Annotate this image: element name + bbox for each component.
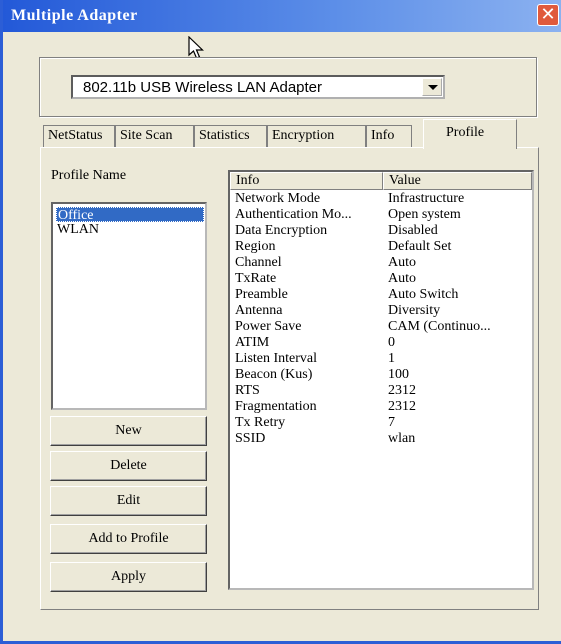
list-item-wlan[interactable]: WLAN (56, 222, 204, 237)
value-cell: Infrastructure (388, 191, 465, 206)
tab-netstatus[interactable]: NetStatus (43, 125, 115, 147)
value-cell: CAM (Continuo... (388, 319, 491, 334)
info-cell: Preamble (235, 287, 288, 302)
tab-info[interactable]: Info (366, 125, 412, 147)
dropdown-button[interactable] (422, 78, 442, 96)
tab-profile[interactable]: Profile (423, 119, 517, 149)
info-cell: Channel (235, 255, 282, 270)
info-cell: Power Save (235, 319, 302, 334)
value-cell: 100 (388, 367, 409, 382)
value-cell: Default Set (388, 239, 452, 254)
table-header: Info Value (230, 172, 532, 190)
value-cell: Auto (388, 271, 416, 286)
tab-statistics[interactable]: Statistics (194, 125, 267, 147)
value-cell: Diversity (388, 303, 441, 318)
column-header-info[interactable]: Info (230, 172, 383, 190)
info-cell: RTS (235, 383, 260, 398)
value-cell: 1 (388, 351, 395, 366)
info-cell: SSID (235, 431, 266, 446)
info-cell: Region (235, 239, 276, 254)
value-cell: Auto Switch (388, 287, 459, 302)
info-cell: TxRate (235, 271, 277, 286)
delete-button[interactable]: Delete (50, 451, 207, 481)
value-cell: Auto (388, 255, 416, 270)
profile-list[interactable]: Office WLAN (51, 202, 207, 410)
adapter-selected-value: 802.11b USB Wireless LAN Adapter (83, 79, 323, 96)
value-cell: 7 (388, 415, 395, 430)
value-cell: Open system (388, 207, 461, 222)
profile-info-table[interactable]: Info Value Network Mode Infrastructure Aut… (228, 170, 534, 590)
apply-button[interactable]: Apply (50, 562, 207, 592)
new-button[interactable]: New (50, 416, 207, 446)
add-to-profile-button[interactable]: Add to Profile (50, 524, 207, 554)
list-item-office[interactable]: Office (56, 207, 204, 223)
info-cell: Data Encryption (235, 223, 328, 238)
value-cell: wlan (388, 431, 416, 446)
info-cell: Beacon (Kus) (235, 367, 313, 382)
chevron-down-icon (428, 85, 438, 90)
profile-name-label: Profile Name (51, 168, 127, 183)
edit-button[interactable]: Edit (50, 486, 207, 516)
title-bar[interactable]: Multiple Adapter ✕ (3, 0, 561, 32)
tab-encryption[interactable]: Encryption (267, 125, 366, 147)
info-cell: Listen Interval (235, 351, 318, 366)
window-title: Multiple Adapter (11, 7, 138, 24)
close-button[interactable]: ✕ (537, 4, 559, 26)
column-header-value[interactable]: Value (383, 172, 532, 190)
info-cell: ATIM (235, 335, 270, 350)
info-cell: Network Mode (235, 191, 321, 206)
info-cell: Authentication Mo... (235, 207, 352, 222)
adapter-dropdown[interactable]: 802.11b USB Wireless LAN Adapter (71, 75, 445, 99)
info-cell: Tx Retry (235, 415, 286, 430)
multiple-adapter-window: Multiple Adapter ✕ 802.11b USB Wireless … (0, 0, 561, 644)
info-cell: Antenna (235, 303, 283, 318)
close-icon: ✕ (540, 4, 556, 25)
value-cell: 2312 (388, 399, 416, 414)
tab-site-scan[interactable]: Site Scan (115, 125, 194, 147)
info-cell: Fragmentation (235, 399, 317, 414)
value-cell: 0 (388, 335, 395, 350)
value-cell: Disabled (388, 223, 438, 238)
value-cell: 2312 (388, 383, 416, 398)
